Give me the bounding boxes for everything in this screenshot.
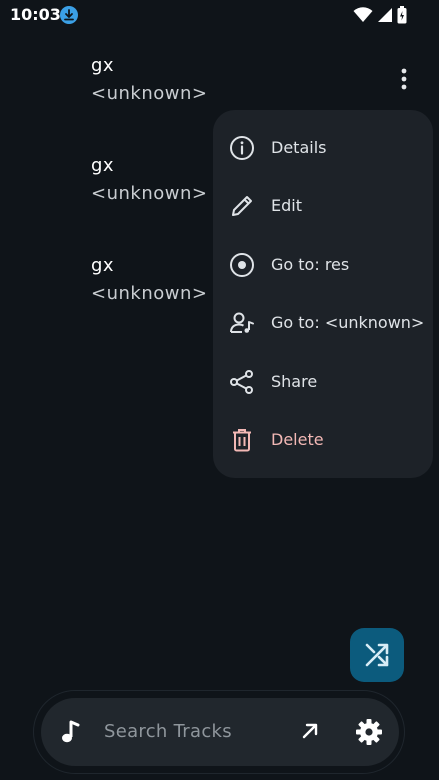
menu-item-label: Share — [271, 372, 318, 391]
shuffle-icon — [365, 643, 389, 667]
wifi-icon — [353, 7, 373, 22]
download-icon — [60, 6, 78, 24]
status-icons — [353, 6, 407, 24]
track-artist: <unknown> — [91, 83, 208, 104]
settings-gear-icon[interactable] — [355, 718, 383, 746]
signal-icon — [378, 8, 392, 22]
more-options-button[interactable] — [392, 66, 416, 92]
menu-item-delete[interactable]: Delete — [213, 415, 433, 463]
artist-icon — [230, 312, 254, 333]
menu-item-details[interactable]: Details — [213, 123, 433, 171]
track-title: gx — [91, 55, 115, 76]
menu-item-label: Details — [271, 138, 327, 157]
search-input[interactable]: Search Tracks — [104, 721, 232, 742]
pencil-icon — [232, 196, 252, 216]
battery-icon — [397, 6, 407, 24]
menu-item-label: Delete — [271, 430, 324, 449]
album-icon — [230, 253, 254, 277]
shuffle-button[interactable] — [350, 628, 404, 682]
menu-item-share[interactable]: Share — [213, 357, 433, 405]
status-bar: 10:03 — [0, 0, 439, 30]
status-time: 10:03 — [10, 5, 61, 24]
share-icon — [230, 370, 253, 394]
menu-item-go-to-album[interactable]: Go to: res — [213, 240, 433, 288]
menu-item-label: Go to: <unknown> — [271, 313, 425, 332]
info-icon — [230, 136, 254, 160]
menu-item-edit[interactable]: Edit — [213, 181, 433, 229]
arrow-up-right-icon[interactable] — [299, 720, 321, 742]
menu-item-go-to-artist[interactable]: Go to: <unknown> — [213, 298, 433, 346]
menu-item-label: Go to: res — [271, 255, 350, 274]
track-item[interactable]: gx <unknown> — [91, 55, 291, 104]
music-note-icon — [62, 720, 80, 743]
menu-item-label: Edit — [271, 196, 302, 215]
search-bar[interactable]: Search Tracks — [41, 698, 399, 766]
context-menu: Details Edit Go to: res Go to: <unknown> — [213, 110, 433, 478]
more-vert-icon — [401, 68, 407, 90]
trash-icon — [233, 429, 251, 452]
